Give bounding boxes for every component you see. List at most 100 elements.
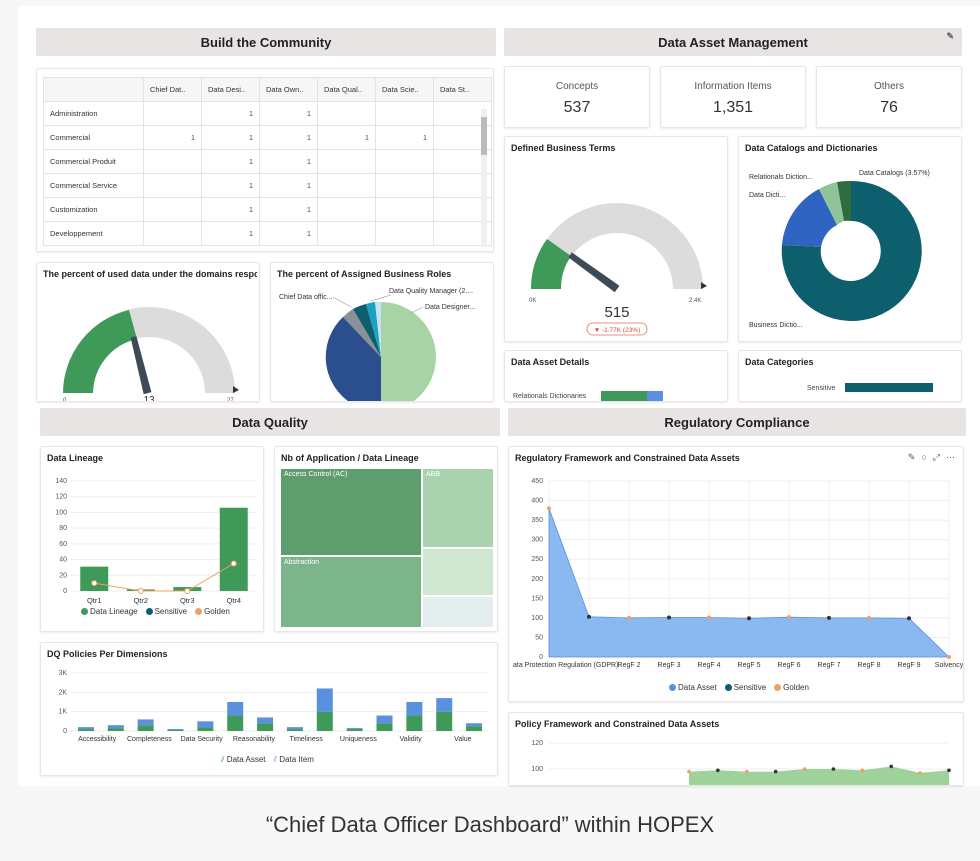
data-point[interactable] bbox=[547, 506, 551, 511]
pin-icon[interactable]: ✎ bbox=[946, 31, 954, 42]
table-cell[interactable]: 1 bbox=[201, 221, 260, 246]
bar-data-asset[interactable] bbox=[197, 727, 214, 731]
column-header[interactable]: Data Qual.. bbox=[317, 77, 376, 102]
data-point[interactable] bbox=[747, 616, 751, 621]
table-cell[interactable] bbox=[375, 221, 434, 246]
bar-data-asset[interactable] bbox=[107, 728, 124, 731]
bar-data-asset[interactable] bbox=[466, 726, 483, 731]
data-point[interactable] bbox=[947, 768, 951, 773]
data-point[interactable] bbox=[787, 615, 791, 620]
table-cell[interactable]: 1 bbox=[201, 149, 260, 174]
treemap-cell[interactable] bbox=[423, 597, 493, 627]
bar-data-asset[interactable] bbox=[286, 729, 303, 731]
data-point[interactable] bbox=[860, 768, 865, 773]
bar-data-asset[interactable] bbox=[436, 711, 453, 731]
table-cell[interactable] bbox=[143, 149, 202, 174]
table-cell[interactable] bbox=[375, 101, 434, 126]
treemap-cell-access-control[interactable]: Access Control (AC) bbox=[281, 469, 421, 555]
bar-data-item[interactable] bbox=[466, 723, 483, 727]
bar-data-item[interactable] bbox=[227, 702, 244, 716]
bar-data-item[interactable] bbox=[406, 702, 423, 716]
table-cell[interactable]: 1 bbox=[375, 125, 434, 150]
table-cell[interactable]: 1 bbox=[201, 101, 260, 126]
bar-data-asset[interactable] bbox=[376, 723, 393, 731]
table-row[interactable]: Commercial Service 1 1 bbox=[43, 173, 492, 198]
table-cell[interactable] bbox=[375, 173, 434, 198]
legend-item[interactable]: Data Asset bbox=[669, 683, 717, 692]
bar-data-asset[interactable] bbox=[257, 723, 274, 731]
treemap-cell-abstraction[interactable]: Abstraction bbox=[281, 557, 421, 627]
bar-data-asset[interactable] bbox=[406, 715, 423, 731]
column-header[interactable]: Data St.. bbox=[433, 77, 492, 102]
golden-point[interactable] bbox=[230, 560, 237, 567]
column-header[interactable]: Data Desi.. bbox=[201, 77, 260, 102]
data-point[interactable] bbox=[587, 614, 591, 619]
data-point[interactable] bbox=[744, 769, 749, 774]
bar-data-asset[interactable] bbox=[316, 711, 333, 731]
treemap-cell-abb[interactable]: ABB bbox=[423, 469, 493, 547]
table-cell[interactable]: 1 bbox=[259, 221, 318, 246]
bar-data-asset[interactable] bbox=[77, 729, 94, 731]
golden-point[interactable] bbox=[91, 580, 98, 587]
table-row[interactable]: Administration 1 1 bbox=[43, 101, 492, 126]
table-cell[interactable]: 1 bbox=[259, 125, 318, 150]
bar-data-asset[interactable] bbox=[137, 725, 154, 731]
bar-data-item[interactable] bbox=[346, 728, 363, 730]
bar-data-item[interactable] bbox=[107, 725, 124, 729]
data-point[interactable] bbox=[827, 615, 831, 620]
column-header[interactable]: Data Own.. bbox=[259, 77, 318, 102]
table-cell[interactable]: 1 bbox=[259, 173, 318, 198]
bar-data-item[interactable] bbox=[316, 688, 333, 712]
bar-data-item[interactable] bbox=[137, 719, 154, 726]
table-cell[interactable] bbox=[143, 173, 202, 198]
legend-item[interactable]: ⫽ Data Item bbox=[273, 755, 313, 765]
bar-data-item[interactable] bbox=[376, 715, 393, 724]
table-row[interactable]: Commercial Produit 1 1 bbox=[43, 149, 492, 174]
table-cell[interactable] bbox=[317, 173, 376, 198]
data-point[interactable] bbox=[907, 616, 911, 621]
data-point[interactable] bbox=[889, 764, 894, 769]
table-row[interactable]: Commercial111111 bbox=[43, 125, 492, 150]
bar-data-asset[interactable] bbox=[227, 715, 244, 731]
legend-item[interactable]: Sensitive bbox=[145, 607, 187, 616]
table-cell[interactable]: 1 bbox=[201, 125, 260, 150]
table-scrollbar[interactable] bbox=[481, 109, 487, 247]
bar-data-item[interactable] bbox=[167, 729, 184, 731]
bar-data-item[interactable] bbox=[436, 698, 453, 712]
table-cell[interactable] bbox=[375, 149, 434, 174]
table-cell[interactable] bbox=[317, 149, 376, 174]
data-point[interactable] bbox=[716, 768, 720, 773]
legend-item[interactable]: ⫽ Data Asset bbox=[221, 755, 265, 765]
table-row[interactable]: Customization 1 1 bbox=[43, 197, 492, 222]
golden-point[interactable] bbox=[137, 588, 144, 594]
legend-item[interactable]: Golden bbox=[195, 607, 230, 616]
data-point[interactable] bbox=[867, 615, 871, 620]
bar-data-lineage[interactable] bbox=[80, 566, 109, 591]
golden-point[interactable] bbox=[184, 588, 191, 594]
legend-item[interactable]: Sensitive bbox=[724, 683, 766, 692]
table-cell[interactable] bbox=[143, 197, 202, 222]
bar-data-item[interactable] bbox=[77, 727, 94, 730]
data-point[interactable] bbox=[627, 615, 631, 620]
column-header[interactable]: Data Scie.. bbox=[375, 77, 434, 102]
table-cell[interactable]: 1 bbox=[201, 197, 260, 222]
legend-item[interactable]: Golden bbox=[774, 683, 809, 692]
table-cell[interactable]: 1 bbox=[259, 149, 318, 174]
data-point[interactable] bbox=[667, 615, 671, 620]
data-point[interactable] bbox=[773, 769, 778, 774]
expand-icon[interactable]: ⤢ bbox=[933, 452, 940, 463]
treemap-cell[interactable] bbox=[423, 549, 493, 595]
data-point[interactable] bbox=[707, 615, 711, 620]
table-cell[interactable]: 1 bbox=[201, 173, 260, 198]
data-point[interactable] bbox=[831, 767, 836, 771]
table-cell[interactable]: 1 bbox=[259, 101, 318, 126]
data-point[interactable] bbox=[802, 767, 807, 771]
table-row[interactable]: Developpement 1 1 bbox=[43, 221, 492, 246]
bar-data-lineage[interactable] bbox=[219, 507, 248, 591]
more-icon[interactable]: ⋯ bbox=[946, 452, 955, 463]
table-cell[interactable]: 1 bbox=[143, 125, 202, 150]
table-cell[interactable] bbox=[317, 101, 376, 126]
pin-icon[interactable]: ✎ bbox=[908, 452, 916, 463]
bar-data-item[interactable] bbox=[257, 717, 274, 724]
table-cell[interactable]: 1 bbox=[317, 125, 376, 150]
